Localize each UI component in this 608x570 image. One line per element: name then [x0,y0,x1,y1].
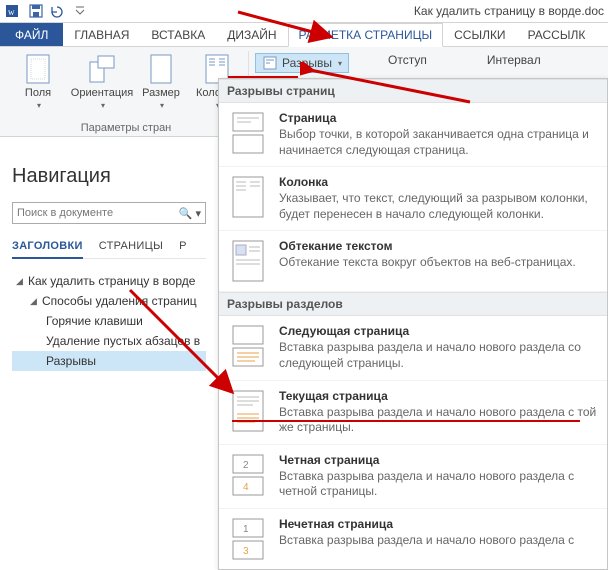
svg-text:1: 1 [243,524,249,535]
menu-item-desc: Указывает, что текст, следующий за разры… [279,191,597,222]
tab-home[interactable]: ГЛАВНАЯ [63,23,140,46]
breaks-button[interactable]: Разрывы ▾ [255,53,349,73]
menu-item-desc: Вставка разрыва раздела и начало нового … [279,340,597,371]
size-label: Размер [142,87,180,99]
page-break-icon [229,111,267,155]
margins-button[interactable]: Поля ▾ [10,51,66,110]
tree-item[interactable]: Горячие клавиши [12,311,206,331]
caret-icon: ◢ [30,296,40,307]
save-icon[interactable] [26,1,46,21]
tab-references[interactable]: ССЫЛКИ [443,23,516,46]
menu-item-title: Страница [279,111,597,125]
menu-item-title: Четная страница [279,453,597,467]
even-page-icon: 24 [229,453,267,497]
tab-insert[interactable]: ВСТАВКА [140,23,216,46]
menu-item-title: Колонка [279,175,597,189]
quick-access-toolbar: w [4,1,90,21]
menu-item-continuous[interactable]: Текущая страницаВставка разрыва раздела … [219,381,607,445]
breaks-dropdown-menu: Разрывы страниц Страница Выбор точки, в к… [218,78,608,570]
nav-tab-pages[interactable]: СТРАНИЦЫ [99,240,163,252]
highlight-underline [228,76,298,78]
navigation-tabs: ЗАГОЛОВКИ СТРАНИЦЫ Р [12,240,206,259]
tree-item-selected[interactable]: Разрывы [12,351,206,371]
text-wrap-icon [229,239,267,283]
menu-item-column[interactable]: Колонка Указывает, что текст, следующий з… [219,167,607,231]
search-icon: 🔍 ▾ [179,207,201,220]
word-app-icon[interactable]: w [4,1,24,21]
chevron-down-icon: ▾ [160,101,164,110]
svg-text:w: w [8,7,15,17]
undo-icon[interactable] [48,1,68,21]
tree-item[interactable]: ◢Как удалить страницу в ворде [12,271,206,291]
odd-page-icon: 13 [229,517,267,561]
indent-label: Отступ [388,53,427,67]
svg-text:3: 3 [243,546,249,557]
chevron-down-icon: ▾ [338,59,342,68]
orientation-label: Ориентация [71,87,133,99]
tree-item-label: Горячие клавиши [46,314,143,328]
highlight-underline [232,420,580,422]
size-icon [150,53,172,85]
size-button[interactable]: Размер ▾ [138,51,184,110]
tab-file[interactable]: ФАЙЛ [0,23,63,46]
tab-design[interactable]: ДИЗАЙН [216,23,287,46]
menu-item-desc: Выбор точки, в которой заканчивается одн… [279,127,597,158]
page-setup-group-label: Параметры стран [10,120,242,136]
margins-label: Поля [25,87,51,99]
orientation-icon [88,53,116,85]
tree-item-label: Удаление пустых абзацев в [46,334,200,348]
column-break-icon [229,175,267,219]
title-bar: w Как удалить страницу в ворде.doc [0,0,608,23]
nav-tab-headings[interactable]: ЗАГОЛОВКИ [12,240,83,259]
menu-section-section-breaks: Разрывы разделов [219,292,607,316]
page-setup-group: Поля▾ Ориентация▾ Размер▾ Колонки▾ Парам… [4,51,249,136]
nav-tab-results[interactable]: Р [179,240,187,252]
svg-text:2: 2 [243,460,249,471]
breaks-icon [262,55,278,71]
navigation-pane: Навигация Поиск в документе 🔍 ▾ ЗАГОЛОВК… [0,137,218,371]
qat-customize-icon[interactable] [70,1,90,21]
tree-item-label: Способы удаления страниц [42,294,197,308]
menu-item-page[interactable]: Страница Выбор точки, в которой заканчива… [219,103,607,167]
menu-item-textwrap[interactable]: Обтекание текстом Обтекание текста вокруг… [219,231,607,292]
svg-text:4: 4 [243,482,249,493]
menu-item-title: Текущая страница [279,389,597,403]
tab-mailings[interactable]: РАССЫЛК [517,23,597,46]
next-page-icon [229,324,267,368]
menu-item-desc: Обтекание текста вокруг объектов на веб-… [279,255,576,271]
caret-icon: ◢ [16,276,26,287]
tree-item-label: Как удалить страницу в ворде [28,274,195,288]
menu-item-desc: Вставка разрыва раздела и начало нового … [279,469,597,500]
menu-item-desc: Вставка разрыва раздела и начало нового … [279,533,574,549]
menu-item-title: Нечетная страница [279,517,574,531]
menu-item-title: Следующая страница [279,324,597,338]
search-placeholder: Поиск в документе [17,207,113,219]
headings-tree: ◢Как удалить страницу в ворде ◢Способы у… [12,271,206,371]
tree-item[interactable]: ◢Способы удаления страниц [12,291,206,311]
margins-icon [26,53,50,85]
navigation-title: Навигация [12,165,206,188]
search-input[interactable]: Поиск в документе 🔍 ▾ [12,202,206,224]
ribbon-tabs: ФАЙЛ ГЛАВНАЯ ВСТАВКА ДИЗАЙН РАЗМЕТКА СТР… [0,23,608,47]
spacing-label: Интервал [487,53,541,67]
breaks-label: Разрывы [282,56,332,70]
chevron-down-icon: ▾ [101,101,105,110]
menu-item-even-page[interactable]: 24 Четная страницаВставка разрыва раздел… [219,445,607,509]
menu-section-page-breaks: Разрывы страниц [219,79,607,103]
continuous-icon [229,389,267,433]
document-title: Как удалить страницу в ворде.doc [414,4,604,18]
tree-item-label: Разрывы [46,354,96,368]
orientation-button[interactable]: Ориентация ▾ [74,51,130,110]
tree-item[interactable]: Удаление пустых абзацев в [12,331,206,351]
menu-item-title: Обтекание текстом [279,239,576,253]
tab-page-layout[interactable]: РАЗМЕТКА СТРАНИЦЫ [288,23,444,47]
menu-item-next-page[interactable]: Следующая страница Вставка разрыва раздел… [219,316,607,380]
menu-item-odd-page[interactable]: 13 Нечетная страницаВставка разрыва разд… [219,509,607,569]
chevron-down-icon: ▾ [37,101,41,110]
